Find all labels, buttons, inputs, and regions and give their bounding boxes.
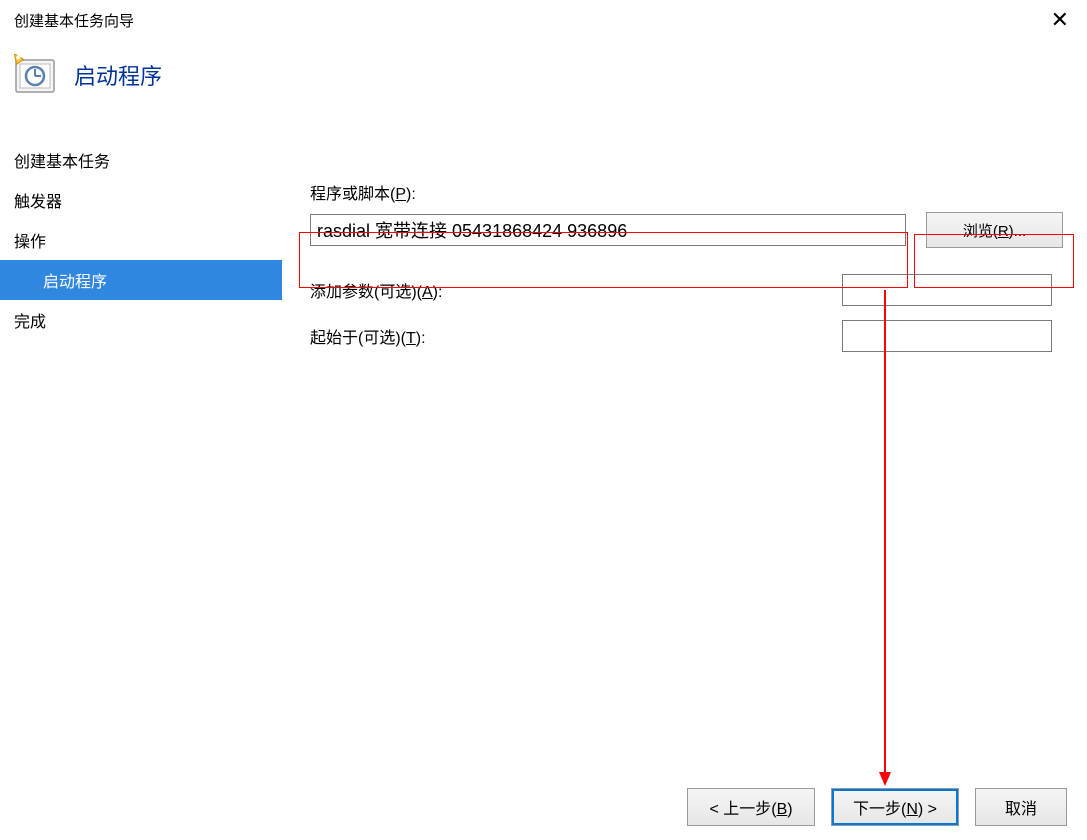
start-in-label: 起始于(可选)(T):	[310, 324, 426, 348]
close-icon[interactable]: ✕	[1043, 9, 1077, 31]
start-in-input[interactable]	[842, 320, 1052, 352]
page-title: 启动程序	[74, 59, 162, 91]
sidebar-item-start-program[interactable]: 启动程序	[0, 260, 282, 300]
browse-button[interactable]: 浏览(R)...	[926, 212, 1063, 248]
sidebar-item-finish[interactable]: 完成	[0, 300, 282, 340]
sidebar-item-action[interactable]: 操作	[0, 220, 282, 260]
main-panel: 程序或脚本(P): 浏览(R)... 添加参数(可选)(A): 起始于(可选)(…	[282, 140, 1087, 780]
wizard-header: 启动程序	[0, 34, 1087, 140]
add-arguments-label: 添加参数(可选)(A):	[310, 278, 442, 302]
window-title: 创建基本任务向导	[14, 10, 134, 31]
add-arguments-input[interactable]	[842, 274, 1052, 306]
wizard-icon	[14, 54, 56, 96]
sidebar-item-trigger[interactable]: 触发器	[0, 180, 282, 220]
wizard-sidebar: 创建基本任务 触发器 操作 启动程序 完成	[0, 140, 282, 780]
program-script-input[interactable]	[310, 214, 906, 246]
next-button[interactable]: 下一步(N) >	[831, 788, 959, 826]
sidebar-item-create-task[interactable]: 创建基本任务	[0, 140, 282, 180]
cancel-button[interactable]: 取消	[975, 788, 1067, 826]
wizard-buttons: < 上一步(B) 下一步(N) > 取消	[687, 788, 1067, 826]
program-script-label: 程序或脚本(P):	[310, 180, 1063, 204]
back-button[interactable]: < 上一步(B)	[687, 788, 815, 826]
